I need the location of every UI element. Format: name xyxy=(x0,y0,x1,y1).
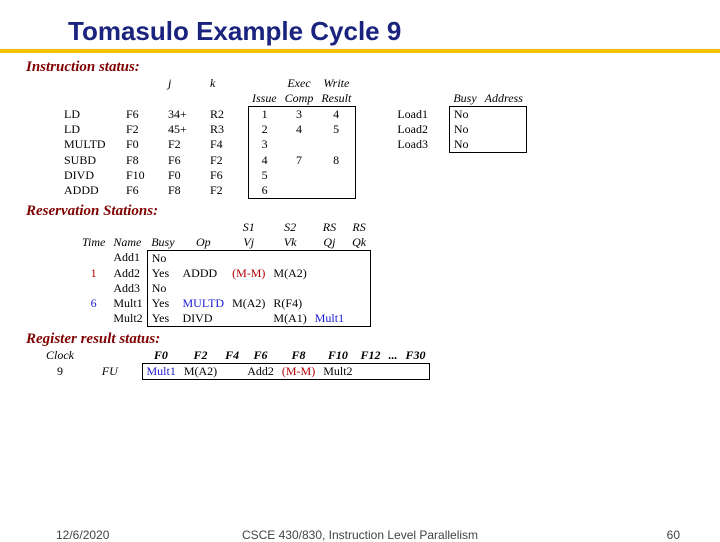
table-row: 6Mult1 YesMULTD M(A2)R(F4) xyxy=(78,296,370,311)
table-row: ADDDF6F8F2 6 xyxy=(60,183,527,199)
table-row: MULTDF0F2F4 3 Load3No xyxy=(60,137,527,153)
table-row: Add1 No xyxy=(78,250,370,266)
register-result-table: Clock F0 F2 F4 F6 F8 F10 F12 ... F30 9 F… xyxy=(42,348,430,380)
table-row: Add3 No xyxy=(78,281,370,296)
title-rule xyxy=(0,49,720,53)
table-row: DIVDF10F0F6 5 xyxy=(60,168,527,183)
table-row: LDF634+R2 134 Load1No xyxy=(60,107,527,123)
table-row: Mult2 YesDIVD M(A1) Mult1 xyxy=(78,311,370,327)
table-row: 1Add2 YesADDD (M-M)M(A2) xyxy=(78,266,370,281)
section-instruction-status: Instruction status: xyxy=(26,59,692,76)
instruction-status-table: j k Exec Write Issue Comp Result Busy Ad… xyxy=(60,76,527,199)
slide-title: Tomasulo Example Cycle 9 xyxy=(68,16,692,47)
section-register-result: Register result status: xyxy=(26,331,692,348)
table-row: SUBDF8F6F2 478 xyxy=(60,153,527,168)
reservation-stations-table: S1 S2 RS RS Time Name Busy Op Vj Vk Qj Q… xyxy=(78,220,371,327)
table-row: LDF245+R3 245 Load2No xyxy=(60,122,527,137)
section-reservation-stations: Reservation Stations: xyxy=(26,203,692,220)
table-row: 9 FU Mult1 M(A2) Add2 (M-M) Mult2 xyxy=(42,363,430,379)
